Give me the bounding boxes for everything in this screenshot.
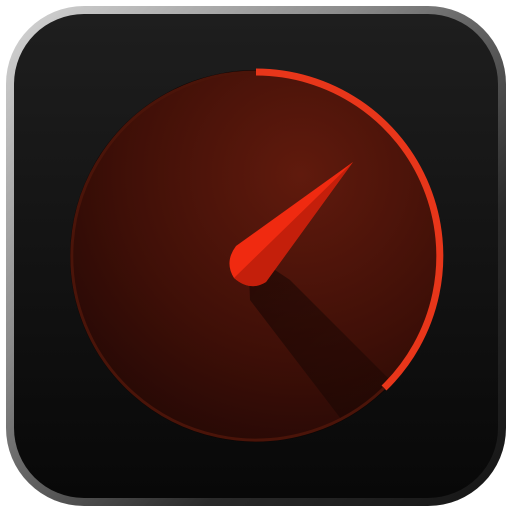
- app-icon-canvas: [0, 0, 512, 512]
- speedometer-app-icon[interactable]: [0, 0, 512, 512]
